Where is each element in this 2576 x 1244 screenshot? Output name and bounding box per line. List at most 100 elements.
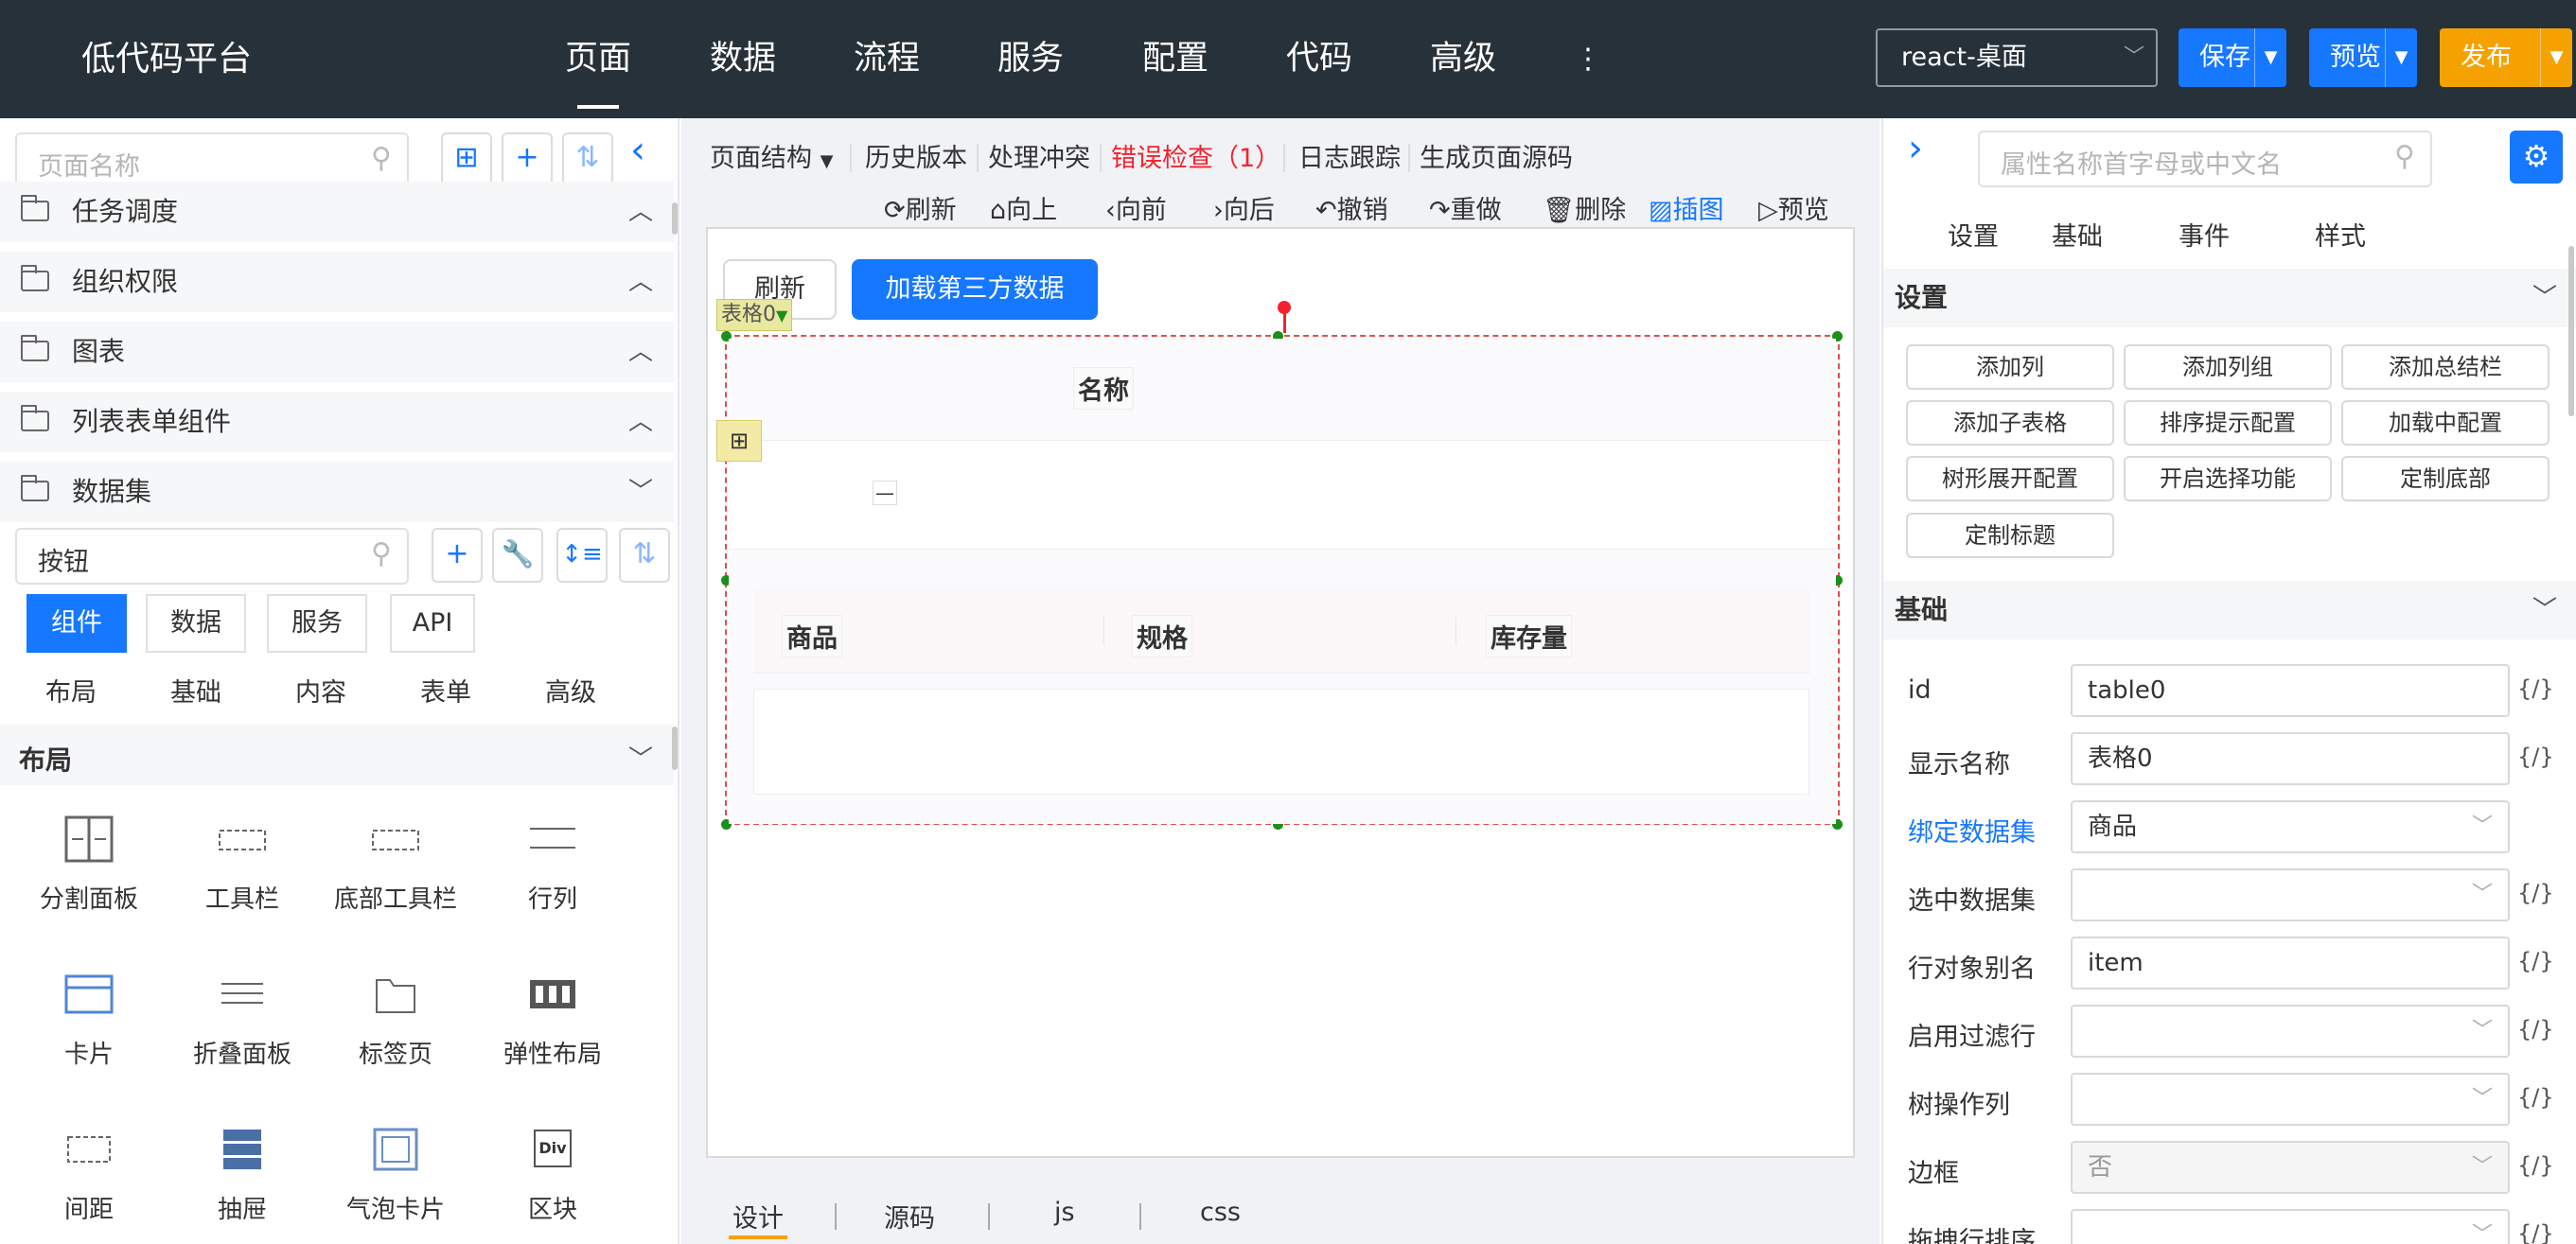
redo-button[interactable]: ↷重做 (1429, 189, 1502, 226)
tab-data[interactable]: 数据 (146, 594, 246, 653)
tab-events[interactable]: 事件 (2179, 216, 2230, 253)
subcat-basic[interactable]: 基础 (170, 672, 221, 709)
prop-display-name-input[interactable]: 表格0 (2071, 732, 2510, 785)
comp-drawer[interactable]: 抽屉 (167, 1126, 318, 1225)
tab-service[interactable]: 服务 (267, 594, 367, 653)
comp-row-col[interactable]: 行列 (477, 815, 628, 915)
basic-section-header[interactable]: 基础 ﹀ (1883, 581, 2576, 640)
code-binding-icon[interactable]: {/} (2517, 1016, 2554, 1043)
tab-api[interactable]: API (390, 594, 475, 653)
custom-footer-button[interactable]: 定制底部 (2341, 456, 2550, 501)
env-select[interactable]: react-桌面 ﹀ (1876, 28, 2158, 87)
history-version-button[interactable]: 历史版本 (865, 140, 967, 178)
custom-title-button[interactable]: 定制标题 (1906, 513, 2114, 558)
more-icon[interactable]: ⋮ (1574, 0, 1602, 118)
code-binding-icon[interactable]: {/} (2517, 1220, 2554, 1244)
tree-item-org-permission[interactable]: 组织权限 ︿ (0, 252, 674, 312)
code-binding-icon[interactable]: {/} (2517, 675, 2554, 702)
tree-item-chart[interactable]: 图表 ︿ (0, 322, 674, 382)
prop-border-select[interactable]: 否 ﹀ (2071, 1141, 2510, 1194)
nav-data[interactable]: 数据 (710, 0, 776, 118)
prop-tree-action-column-select[interactable]: ﹀ (2071, 1073, 2510, 1126)
right-panel-scrollbar[interactable] (2568, 246, 2574, 416)
caret-down-icon[interactable]: ▼ (2540, 28, 2572, 87)
subcat-content[interactable]: 内容 (295, 672, 346, 709)
publish-button[interactable]: 发布 ▼ (2440, 28, 2572, 87)
code-binding-icon[interactable]: {/} (2517, 1084, 2554, 1111)
subcat-form[interactable]: 表单 (420, 672, 471, 709)
prop-bind-dataset-select[interactable]: 商品 ﹀ (2071, 800, 2510, 853)
log-trace-button[interactable]: 日志跟踪 (1298, 140, 1401, 178)
property-search-input[interactable]: 属性名称首字母或中文名 ⚲ (1978, 131, 2432, 187)
tree-expand-config-button[interactable]: 树形展开配置 (1906, 456, 2114, 501)
tab-css[interactable]: css (1200, 1198, 1241, 1227)
comp-space[interactable]: 间距 (13, 1126, 165, 1225)
tab-settings[interactable]: 设置 (1948, 216, 1999, 253)
settings-section-header[interactable]: 设置 ﹀ (1883, 269, 2576, 327)
code-binding-icon[interactable]: {/} (2517, 948, 2554, 974)
caret-down-icon[interactable]: ▼ (2254, 28, 2286, 87)
new-folder-icon[interactable]: ⊞ (441, 132, 492, 185)
enable-selection-button[interactable]: 开启选择功能 (2124, 456, 2332, 501)
tab-style[interactable]: 样式 (2315, 216, 2366, 253)
component-search-input[interactable]: 按钮 ⚲ (15, 528, 409, 585)
column-header-name[interactable]: 名称 (1073, 367, 1134, 410)
nav-page[interactable]: 页面 (565, 0, 631, 118)
nav-advanced[interactable]: 高级 (1430, 0, 1496, 118)
code-binding-icon[interactable]: {/} (2517, 1152, 2554, 1179)
nav-config[interactable]: 配置 (1142, 0, 1209, 118)
tree-item-task-schedule[interactable]: 任务调度 ︿ (0, 182, 674, 242)
preview-button[interactable]: 预览 ▼ (2309, 28, 2417, 87)
prop-label-bind-dataset[interactable]: 绑定数据集 (1908, 812, 2036, 849)
nav-code[interactable]: 代码 (1286, 0, 1352, 118)
add-column-button[interactable]: 添加列 (1906, 344, 2114, 390)
prop-row-alias-input[interactable]: item (2071, 937, 2510, 990)
prop-drag-row-sort-select[interactable]: ﹀ (2071, 1209, 2510, 1244)
comp-bottom-toolbar[interactable]: 底部工具栏 (320, 815, 471, 915)
nav-flow[interactable]: 流程 (854, 0, 920, 118)
screenshot-button[interactable]: ▨插图 (1649, 189, 1724, 226)
code-binding-icon[interactable]: {/} (2517, 744, 2554, 770)
undo-button[interactable]: ↶撤销 (1315, 189, 1388, 226)
comp-block[interactable]: Div 区块 (477, 1126, 628, 1225)
tree-item-dataset[interactable]: 数据集 ﹀ (0, 462, 674, 522)
rotate-handle[interactable] (1278, 301, 1291, 314)
add-icon[interactable]: + (432, 528, 483, 583)
tab-basic[interactable]: 基础 (2052, 216, 2103, 253)
comp-toolbar[interactable]: 工具栏 (167, 815, 318, 915)
add-subtable-button[interactable]: 添加子表格 (1906, 400, 2114, 446)
layout-section-header[interactable]: 布局 ﹀ (0, 725, 674, 785)
comp-popover[interactable]: 气泡卡片 (320, 1126, 471, 1225)
subcat-advanced[interactable]: 高级 (545, 672, 596, 709)
comp-card[interactable]: 卡片 (13, 971, 165, 1070)
tree-scrollbar[interactable] (672, 202, 678, 235)
nav-service[interactable]: 服务 (997, 0, 1064, 118)
collapse-left-icon[interactable]: ‹ (630, 129, 645, 172)
save-button[interactable]: 保存 ▼ (2179, 28, 2286, 87)
resolve-conflict-button[interactable]: 处理冲突 (988, 140, 1090, 178)
tab-components[interactable]: 组件 (26, 594, 127, 653)
sort-icon[interactable]: ⇅ (619, 528, 670, 583)
add-summary-button[interactable]: 添加总结栏 (2341, 344, 2550, 390)
wrench-icon[interactable]: 🔧 (492, 528, 543, 583)
code-binding-icon[interactable]: {/} (2517, 880, 2554, 906)
sort-tip-config-button[interactable]: 排序提示配置 (2124, 400, 2332, 446)
gear-icon[interactable]: ⚙ (2510, 131, 2563, 184)
refresh-button[interactable]: ⟳刷新 (884, 189, 957, 226)
tab-source[interactable]: 源码 (884, 1198, 935, 1235)
row-drag-icon[interactable]: ⊞ (716, 420, 762, 462)
comp-collapse[interactable]: 折叠面板 (167, 971, 318, 1070)
list-sort-icon[interactable]: ↕≡ (556, 528, 608, 583)
tree-item-list-form[interactable]: 列表表单组件 ︿ (0, 392, 674, 452)
caret-down-icon[interactable]: ▼ (2385, 28, 2417, 87)
tab-js[interactable]: js (1054, 1198, 1075, 1227)
prop-enable-filter-row-select[interactable]: ﹀ (2071, 1005, 2510, 1058)
sort-icon[interactable]: ⇅ (562, 132, 613, 185)
prop-id-input[interactable]: table0 (2071, 664, 2510, 717)
move-forward-button[interactable]: ‹向前 (1105, 189, 1167, 226)
loading-config-button[interactable]: 加载中配置 (2341, 400, 2550, 446)
sub-header-spec[interactable]: 规格 (1132, 615, 1192, 657)
subcat-layout[interactable]: 布局 (45, 672, 97, 709)
comp-split-panel[interactable]: 分割面板 (13, 815, 165, 915)
sub-header-product[interactable]: 商品 (782, 615, 842, 657)
